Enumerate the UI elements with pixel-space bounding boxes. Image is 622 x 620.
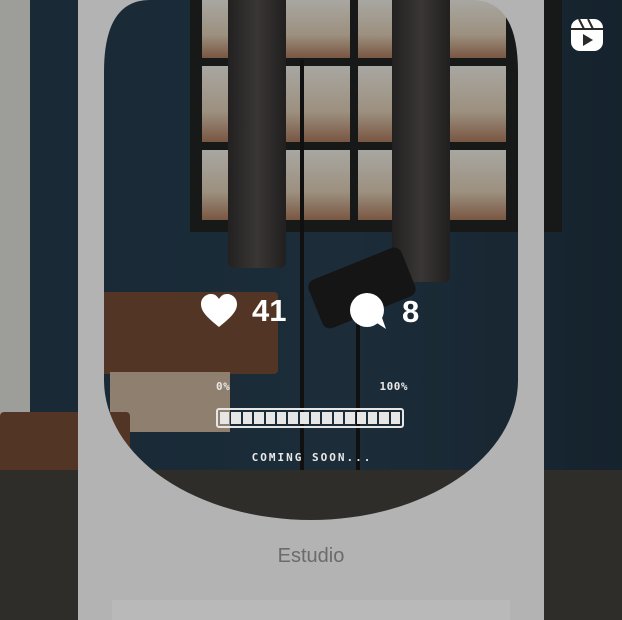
comments-count: 8 — [402, 294, 420, 329]
comment-bubble-icon — [350, 293, 386, 329]
comments-stat[interactable]: 8 — [348, 293, 419, 331]
reels-icon[interactable] — [570, 18, 604, 52]
heart-icon — [201, 294, 237, 327]
progress-end-label: 100% — [379, 380, 408, 393]
post-stats: 41 8 — [0, 290, 622, 334]
progress-bar — [216, 408, 404, 428]
likes-stat[interactable]: 41 — [200, 293, 286, 329]
post-caption: Estudio — [277, 545, 345, 567]
bottom-panel — [112, 600, 510, 620]
likes-count: 41 — [252, 293, 287, 328]
loading-progress: 0% 100% COMING SOON... — [212, 378, 412, 468]
coming-soon-text: COMING SOON... — [251, 451, 373, 464]
progress-start-label: 0% — [216, 380, 231, 393]
